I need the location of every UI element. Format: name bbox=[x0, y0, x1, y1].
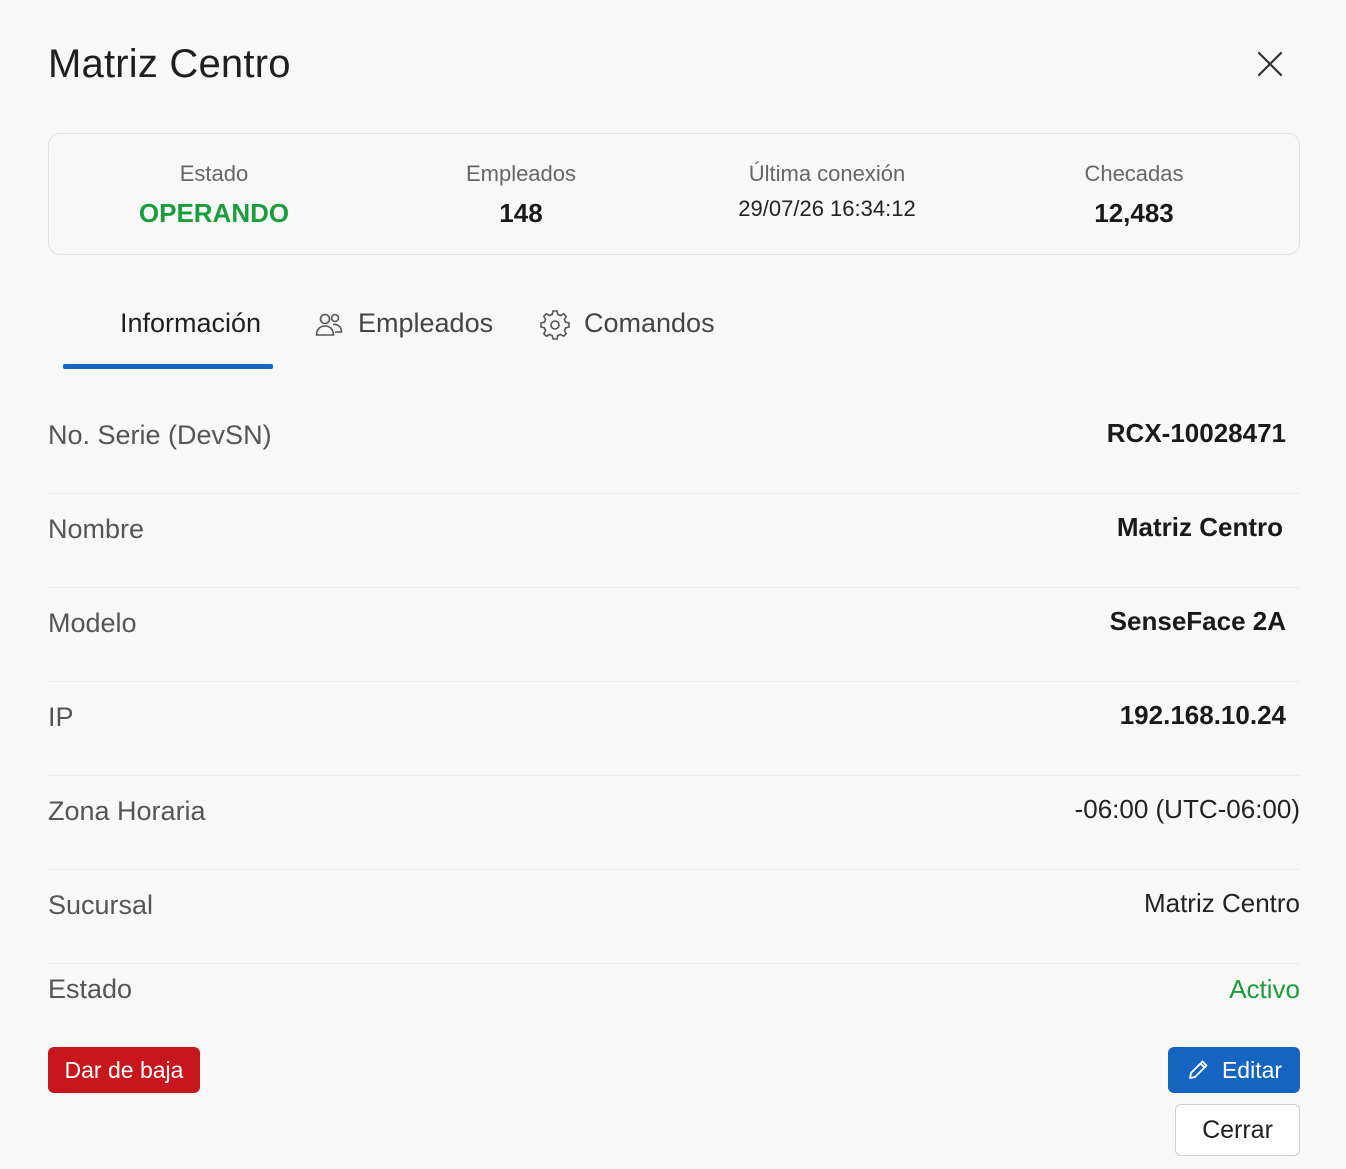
stat-estado-label: Estado bbox=[179, 161, 249, 186]
tab-comandos-label: Comandos bbox=[584, 308, 715, 338]
detail-row-modelo: Modelo SenseFace 2A bbox=[48, 588, 1300, 682]
stat-empleados-label: Empleados bbox=[465, 161, 577, 186]
deactivate-button[interactable]: Dar de baja bbox=[48, 1047, 200, 1093]
modal-title: Matriz Centro bbox=[48, 42, 291, 86]
detail-row-nombre: Nombre Matriz Centro bbox=[48, 494, 1300, 588]
detail-value: SenseFace 2A bbox=[1109, 606, 1286, 636]
detail-value: -06:00 (UTC-06:00) bbox=[1074, 794, 1300, 824]
stat-checadas-label: Checadas bbox=[1084, 161, 1184, 186]
detail-list: No. Serie (DevSN) RCX-10028471 Nombre Ma… bbox=[48, 400, 1300, 1058]
detail-value: 192.168.10.24 bbox=[1119, 700, 1286, 730]
tab-empleados-label: Empleados bbox=[358, 308, 494, 338]
close-icon[interactable] bbox=[1250, 44, 1290, 84]
stat-checadas: Checadas 12,483 bbox=[984, 134, 1284, 254]
detail-value: Activo bbox=[1229, 974, 1300, 1004]
stat-estado-value: OPERANDO bbox=[138, 198, 290, 228]
detail-key: IP bbox=[48, 702, 74, 732]
device-detail-modal: Matriz Centro Estado OPERANDO Empleados … bbox=[0, 0, 1346, 1169]
stat-estado: Estado OPERANDO bbox=[64, 134, 364, 254]
detail-row-estado: Estado Activo bbox=[48, 964, 1300, 1058]
tab-informacion[interactable]: Información bbox=[120, 290, 261, 372]
stat-empleados: Empleados 148 bbox=[371, 134, 671, 254]
users-icon bbox=[314, 310, 344, 347]
gear-icon bbox=[540, 310, 570, 347]
summary-card: Estado OPERANDO Empleados 148 Última con… bbox=[48, 133, 1300, 255]
detail-row-sucursal: Sucursal Matriz Centro bbox=[48, 870, 1300, 964]
edit-button-label: Editar bbox=[1221, 1056, 1283, 1083]
detail-row-ip: IP 192.168.10.24 bbox=[48, 682, 1300, 776]
detail-key: No. Serie (DevSN) bbox=[48, 420, 272, 450]
stat-conexion-label: Última conexión bbox=[748, 161, 906, 186]
detail-value: Matriz Centro bbox=[1143, 888, 1300, 918]
detail-key: Sucursal bbox=[48, 890, 154, 920]
tab-comandos[interactable]: Comandos bbox=[540, 290, 715, 372]
detail-row-zona-horaria: Zona Horaria -06:00 (UTC-06:00) bbox=[48, 776, 1300, 870]
stat-empleados-value: 148 bbox=[499, 198, 543, 228]
detail-value: RCX-10028471 bbox=[1106, 418, 1286, 448]
tab-bar: Información Empleados Comandos bbox=[48, 290, 1300, 372]
detail-key: Zona Horaria bbox=[48, 796, 206, 826]
active-tab-indicator bbox=[63, 364, 273, 369]
tab-empleados[interactable]: Empleados bbox=[314, 290, 493, 372]
detail-row-serie: No. Serie (DevSN) RCX-10028471 bbox=[48, 400, 1300, 494]
stat-ultima-conexion: Última conexión 29/07/26 16:34:12 bbox=[677, 134, 977, 254]
tab-informacion-label: Información bbox=[120, 308, 262, 338]
detail-key: Estado bbox=[48, 974, 133, 1004]
close-button[interactable]: Cerrar bbox=[1175, 1104, 1300, 1156]
detail-key: Modelo bbox=[48, 608, 137, 638]
edit-button[interactable]: Editar bbox=[1168, 1047, 1300, 1093]
stat-conexion-value: 29/07/26 16:34:12 bbox=[738, 196, 916, 221]
detail-value: Matriz Centro bbox=[1116, 512, 1283, 542]
pencil-icon bbox=[1186, 1058, 1210, 1082]
stat-checadas-value: 12,483 bbox=[1094, 198, 1174, 228]
detail-key: Nombre bbox=[48, 514, 145, 544]
